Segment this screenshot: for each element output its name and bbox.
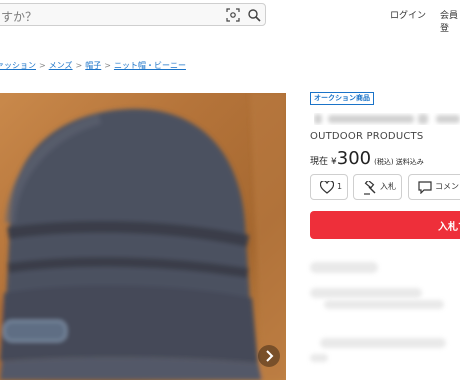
heart-icon bbox=[320, 181, 334, 194]
chevron-right-icon: > bbox=[39, 61, 46, 70]
blurred-text-line bbox=[310, 354, 328, 362]
chevron-right-icon bbox=[266, 350, 274, 362]
product-title-blurred bbox=[314, 114, 460, 124]
search-icon[interactable] bbox=[247, 8, 261, 22]
chevron-right-icon: > bbox=[104, 61, 111, 70]
blurred-text-line bbox=[310, 262, 378, 273]
bid-button-label: 入札す bbox=[438, 222, 460, 233]
gavel-icon bbox=[364, 181, 376, 195]
tax-note: (税込) 送料込み bbox=[374, 158, 424, 166]
product-image[interactable] bbox=[0, 93, 286, 380]
breadcrumb-item-hat[interactable]: 帽子 bbox=[85, 61, 101, 70]
price-value: 300 bbox=[336, 148, 372, 169]
breadcrumb-item-knit-cap[interactable]: ニット帽・ビーニー bbox=[114, 61, 186, 70]
breadcrumb: ァッション > メンズ > 帽子 > ニット帽・ビーニー bbox=[0, 60, 186, 71]
comment-button[interactable]: コメント bbox=[408, 174, 460, 200]
register-link[interactable]: 会員登 bbox=[440, 8, 460, 34]
blurred-text-line bbox=[324, 300, 444, 309]
search-input[interactable]: すか？ bbox=[1, 8, 37, 25]
breadcrumb-item-fashion[interactable]: ァッション bbox=[0, 61, 36, 70]
breadcrumb-item-mens[interactable]: メンズ bbox=[49, 61, 73, 70]
price-row: 現在 ¥300 (税込) 送料込み bbox=[310, 148, 424, 169]
bid-shortcut-button[interactable]: 入札 bbox=[353, 174, 402, 200]
like-count: 1 bbox=[337, 182, 343, 191]
comment-icon bbox=[418, 181, 432, 194]
bid-shortcut-label: 入札 bbox=[380, 182, 396, 191]
comment-label: コメント bbox=[435, 182, 460, 191]
price-label: 現在 bbox=[310, 157, 329, 167]
blurred-text-line bbox=[320, 338, 446, 348]
knit-beanie-illustration bbox=[0, 93, 286, 380]
blurred-text-line bbox=[310, 288, 422, 298]
chevron-right-icon: > bbox=[75, 61, 83, 70]
image-search-icon[interactable] bbox=[226, 8, 240, 22]
search-box[interactable]: すか？ bbox=[0, 3, 266, 26]
like-button[interactable]: 1 bbox=[310, 174, 348, 200]
auction-badge: オークション商品 bbox=[310, 92, 374, 105]
next-image-button[interactable] bbox=[258, 345, 280, 367]
login-link[interactable]: ログイン bbox=[390, 8, 426, 21]
brand-name: OUTDOOR PRODUCTS bbox=[310, 131, 424, 142]
bid-button[interactable]: 入札す bbox=[310, 211, 460, 239]
